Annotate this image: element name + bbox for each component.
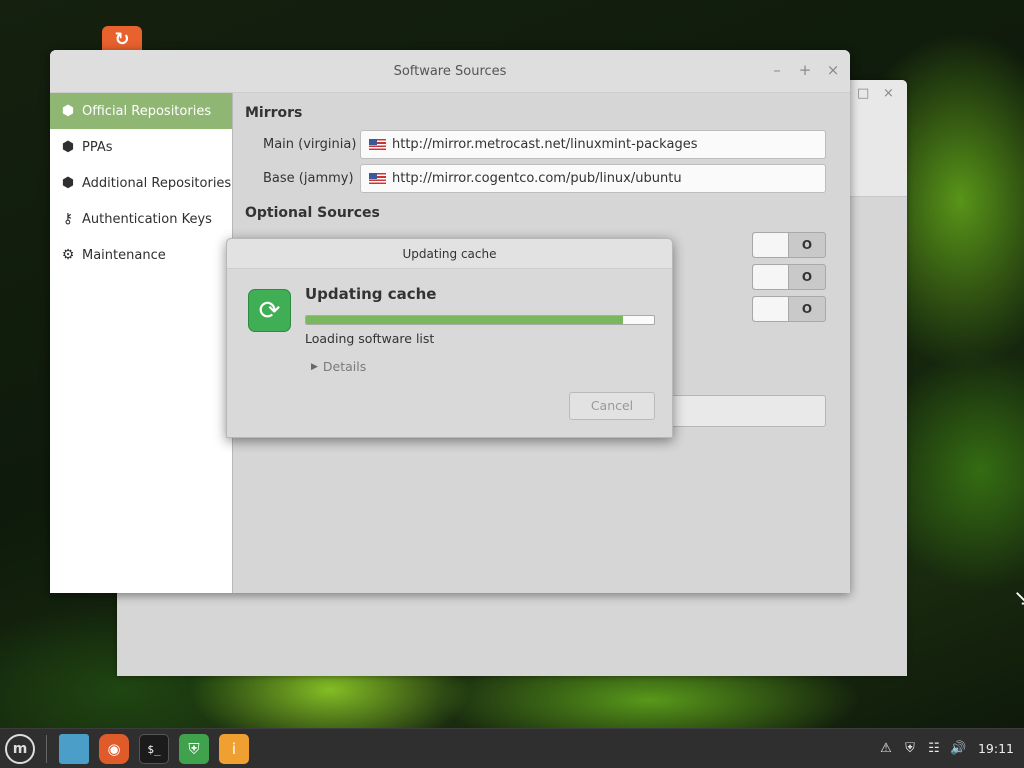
files-launcher-icon[interactable]	[59, 733, 89, 764]
details-label: Details	[322, 359, 367, 374]
window-title: Software Sources	[393, 63, 507, 79]
sidebar-item-label: Additional Repositories	[82, 175, 232, 191]
close-icon[interactable]: ×	[883, 86, 894, 101]
base-mirror-row: Base (jammy) http://mirror.cogentco.com/…	[245, 163, 826, 193]
toggle-knob	[753, 233, 790, 257]
us-flag-icon	[369, 172, 386, 184]
close-icon[interactable]: ×	[826, 62, 840, 78]
maximize-icon[interactable]: □	[857, 86, 869, 101]
progress-fill	[306, 316, 623, 324]
toggle-knob	[753, 265, 790, 289]
maximize-icon[interactable]: +	[798, 62, 812, 78]
toggle-off-indicator: O	[801, 270, 813, 284]
panel-separator	[46, 734, 47, 763]
toggle-knob	[753, 297, 790, 321]
box-icon: ⬢	[61, 139, 75, 155]
toggle-off-indicator: O	[801, 238, 813, 252]
base-mirror-button[interactable]: http://mirror.cogentco.com/pub/linux/ubu…	[360, 163, 826, 193]
sidebar-item-label: PPAs	[82, 139, 113, 155]
mouse-cursor-icon: ↘	[1013, 586, 1024, 611]
key-icon: ⚷	[62, 211, 74, 227]
progress-bar	[305, 315, 655, 325]
dialog-status: Loading software list	[305, 331, 435, 346]
gear-icon: ⚙	[61, 247, 75, 263]
firefox-launcher-icon[interactable]: ◉	[99, 733, 129, 764]
sidebar-item-official-repositories[interactable]: ⬢ Official Repositories	[50, 93, 232, 129]
sidebar: ⬢ Official Repositories ⬢ PPAs ⬢ Additio…	[50, 93, 233, 593]
desktop-app-icon[interactable]: ↻	[102, 26, 142, 52]
update-tray-icon[interactable]: ⚠	[878, 741, 894, 756]
main-mirror-label: Main (virginia)	[263, 136, 357, 152]
optional-source-toggle[interactable]: O	[752, 296, 826, 322]
us-flag-icon	[369, 138, 386, 150]
main-mirror-row: Main (virginia) http://mirror.metrocast.…	[245, 129, 826, 159]
main-mirror-button[interactable]: http://mirror.metrocast.net/linuxmint-pa…	[360, 129, 826, 159]
mint-menu-button[interactable]: m	[5, 733, 35, 764]
sidebar-item-ppas[interactable]: ⬢ PPAs	[50, 129, 232, 165]
sidebar-item-additional-repositories[interactable]: ⬢ Additional Repositories	[50, 165, 232, 201]
sidebar-item-label: Official Repositories	[82, 103, 212, 119]
sidebar-item-label: Authentication Keys	[82, 211, 212, 227]
dialog-heading: Updating cache	[305, 285, 437, 303]
expander-arrow-icon: ▶	[311, 361, 318, 372]
terminal-launcher-icon[interactable]: $_	[139, 733, 169, 764]
sidebar-item-authentication-keys[interactable]: ⚷ Authentication Keys	[50, 201, 232, 237]
source-code-toggle[interactable]: O	[752, 232, 826, 258]
toggle-off-indicator: O	[801, 302, 813, 316]
network-icon[interactable]: ☷	[926, 741, 942, 756]
box-icon: ⬢	[61, 103, 75, 119]
mirrors-heading: Mirrors	[245, 105, 303, 121]
updating-cache-dialog: Updating cache ⟳ Updating cache Loading …	[226, 238, 673, 438]
refresh-icon: ⟳	[248, 289, 291, 332]
window-controls: – + ×	[770, 62, 840, 78]
minimize-icon[interactable]: –	[770, 62, 784, 78]
details-expander[interactable]: ▶ Details	[311, 359, 366, 374]
optional-sources-heading: Optional Sources	[245, 205, 380, 221]
optional-source-toggle[interactable]: O	[752, 264, 826, 290]
base-mirror-label: Base (jammy)	[263, 170, 354, 186]
main-mirror-url: http://mirror.metrocast.net/linuxmint-pa…	[392, 136, 698, 152]
clock[interactable]: 19:11	[978, 741, 1014, 756]
update-manager-launcher-icon[interactable]: i	[219, 733, 249, 764]
window-titlebar: Software Sources – + ×	[50, 50, 850, 93]
dialog-title: Updating cache	[227, 239, 672, 269]
taskbar: m ◉ $_ ⛨ i ⚠ ⛨ ☷ 🔊 19:11	[0, 728, 1024, 768]
base-mirror-url: http://mirror.cogentco.com/pub/linux/ubu…	[392, 170, 682, 186]
shield-launcher-icon[interactable]: ⛨	[179, 733, 209, 764]
volume-icon[interactable]: 🔊	[950, 741, 966, 756]
system-tray: ⚠ ⛨ ☷ 🔊 19:11	[878, 741, 1014, 756]
cancel-button[interactable]: Cancel	[569, 392, 655, 420]
shield-tray-icon[interactable]: ⛨	[902, 741, 918, 756]
box-icon: ⬢	[61, 175, 75, 191]
sidebar-item-maintenance[interactable]: ⚙ Maintenance	[50, 237, 232, 273]
obscured-button[interactable]	[656, 395, 826, 427]
sidebar-item-label: Maintenance	[82, 247, 166, 263]
